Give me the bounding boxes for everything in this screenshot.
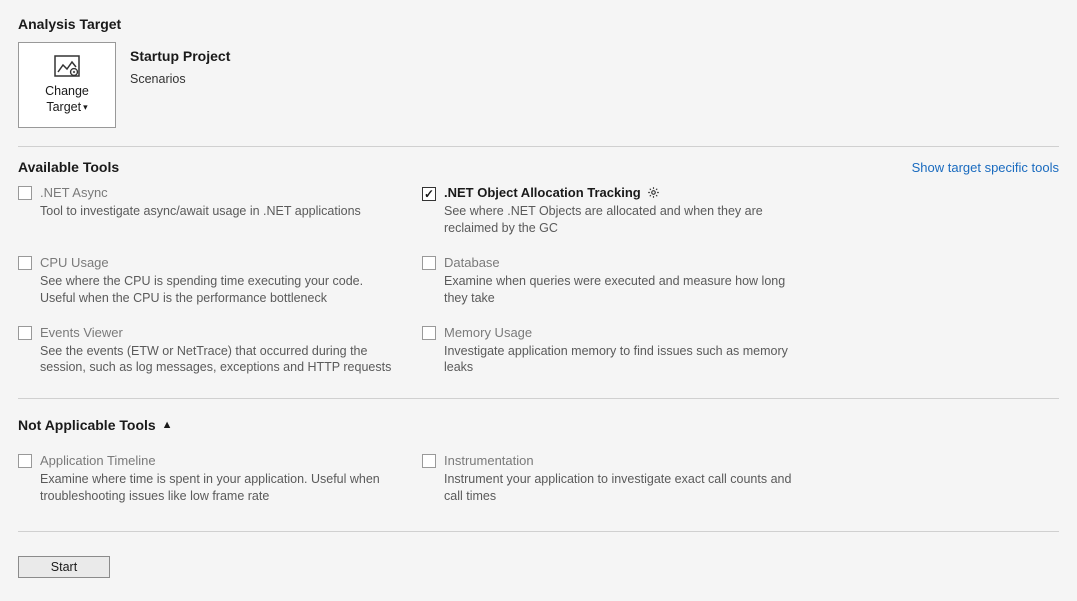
tool-title-memory-usage: Memory Usage <box>444 325 802 340</box>
tool-item-net-obj-alloc: ✓ .NET Object Allocation Tracking See wher… <box>422 185 802 237</box>
tool-title-app-timeline: Application Timeline <box>40 453 398 468</box>
tool-checkbox-app-timeline <box>18 454 32 468</box>
project-subtitle: Scenarios <box>130 72 230 86</box>
available-tools-heading: Available Tools <box>18 159 119 175</box>
tool-checkbox-net-obj-alloc[interactable]: ✓ <box>422 187 436 201</box>
tool-title-database: Database <box>444 255 802 270</box>
change-target-label: Change Target▾ <box>45 83 89 116</box>
chevron-down-icon: ▾ <box>83 102 88 112</box>
tool-item-memory-usage: Memory Usage Investigate application memo… <box>422 325 802 377</box>
target-icon <box>54 55 80 77</box>
tool-checkbox-cpu-usage <box>18 256 32 270</box>
tool-checkbox-database <box>422 256 436 270</box>
divider <box>18 398 1059 399</box>
tool-desc-net-obj-alloc: See where .NET Objects are allocated and… <box>444 203 802 237</box>
tool-desc-instrumentation: Instrument your application to investiga… <box>444 471 802 505</box>
tool-item-events-viewer: Events Viewer See the events (ETW or NetT… <box>18 325 398 377</box>
change-target-button[interactable]: Change Target▾ <box>18 42 116 128</box>
tool-title-net-async: .NET Async <box>40 185 398 200</box>
tool-checkbox-instrumentation <box>422 454 436 468</box>
tool-title-instrumentation: Instrumentation <box>444 453 802 468</box>
tool-item-instrumentation: Instrumentation Instrument your applicati… <box>422 453 802 505</box>
tool-desc-net-async: Tool to investigate async/await usage in… <box>40 203 398 220</box>
not-applicable-tools-toggle[interactable]: Not Applicable Tools ▲ <box>18 417 173 433</box>
tool-title-events-viewer: Events Viewer <box>40 325 398 340</box>
tool-title-cpu-usage: CPU Usage <box>40 255 398 270</box>
not-applicable-tools-heading: Not Applicable Tools <box>18 417 156 433</box>
tool-desc-app-timeline: Examine where time is spent in your appl… <box>40 471 398 505</box>
tool-checkbox-events-viewer <box>18 326 32 340</box>
gear-icon[interactable] <box>647 186 660 199</box>
tool-checkbox-memory-usage <box>422 326 436 340</box>
chevron-up-icon: ▲ <box>162 419 173 431</box>
tool-desc-cpu-usage: See where the CPU is spending time execu… <box>40 273 398 307</box>
tool-item-app-timeline: Application Timeline Examine where time i… <box>18 453 398 505</box>
divider <box>18 146 1059 147</box>
tool-item-cpu-usage: CPU Usage See where the CPU is spending t… <box>18 255 398 307</box>
tool-item-database: Database Examine when queries were execut… <box>422 255 802 307</box>
project-title: Startup Project <box>130 48 230 64</box>
tool-desc-events-viewer: See the events (ETW or NetTrace) that oc… <box>40 343 398 377</box>
divider <box>18 531 1059 532</box>
tool-desc-database: Examine when queries were executed and m… <box>444 273 802 307</box>
tool-title-net-obj-alloc: .NET Object Allocation Tracking <box>444 185 802 200</box>
tool-checkbox-net-async <box>18 186 32 200</box>
start-button[interactable]: Start <box>18 556 110 578</box>
tool-desc-memory-usage: Investigate application memory to find i… <box>444 343 802 377</box>
tool-item-net-async: .NET Async Tool to investigate async/awai… <box>18 185 398 237</box>
show-target-specific-tools-link[interactable]: Show target specific tools <box>912 160 1059 175</box>
analysis-target-heading: Analysis Target <box>18 16 1059 32</box>
